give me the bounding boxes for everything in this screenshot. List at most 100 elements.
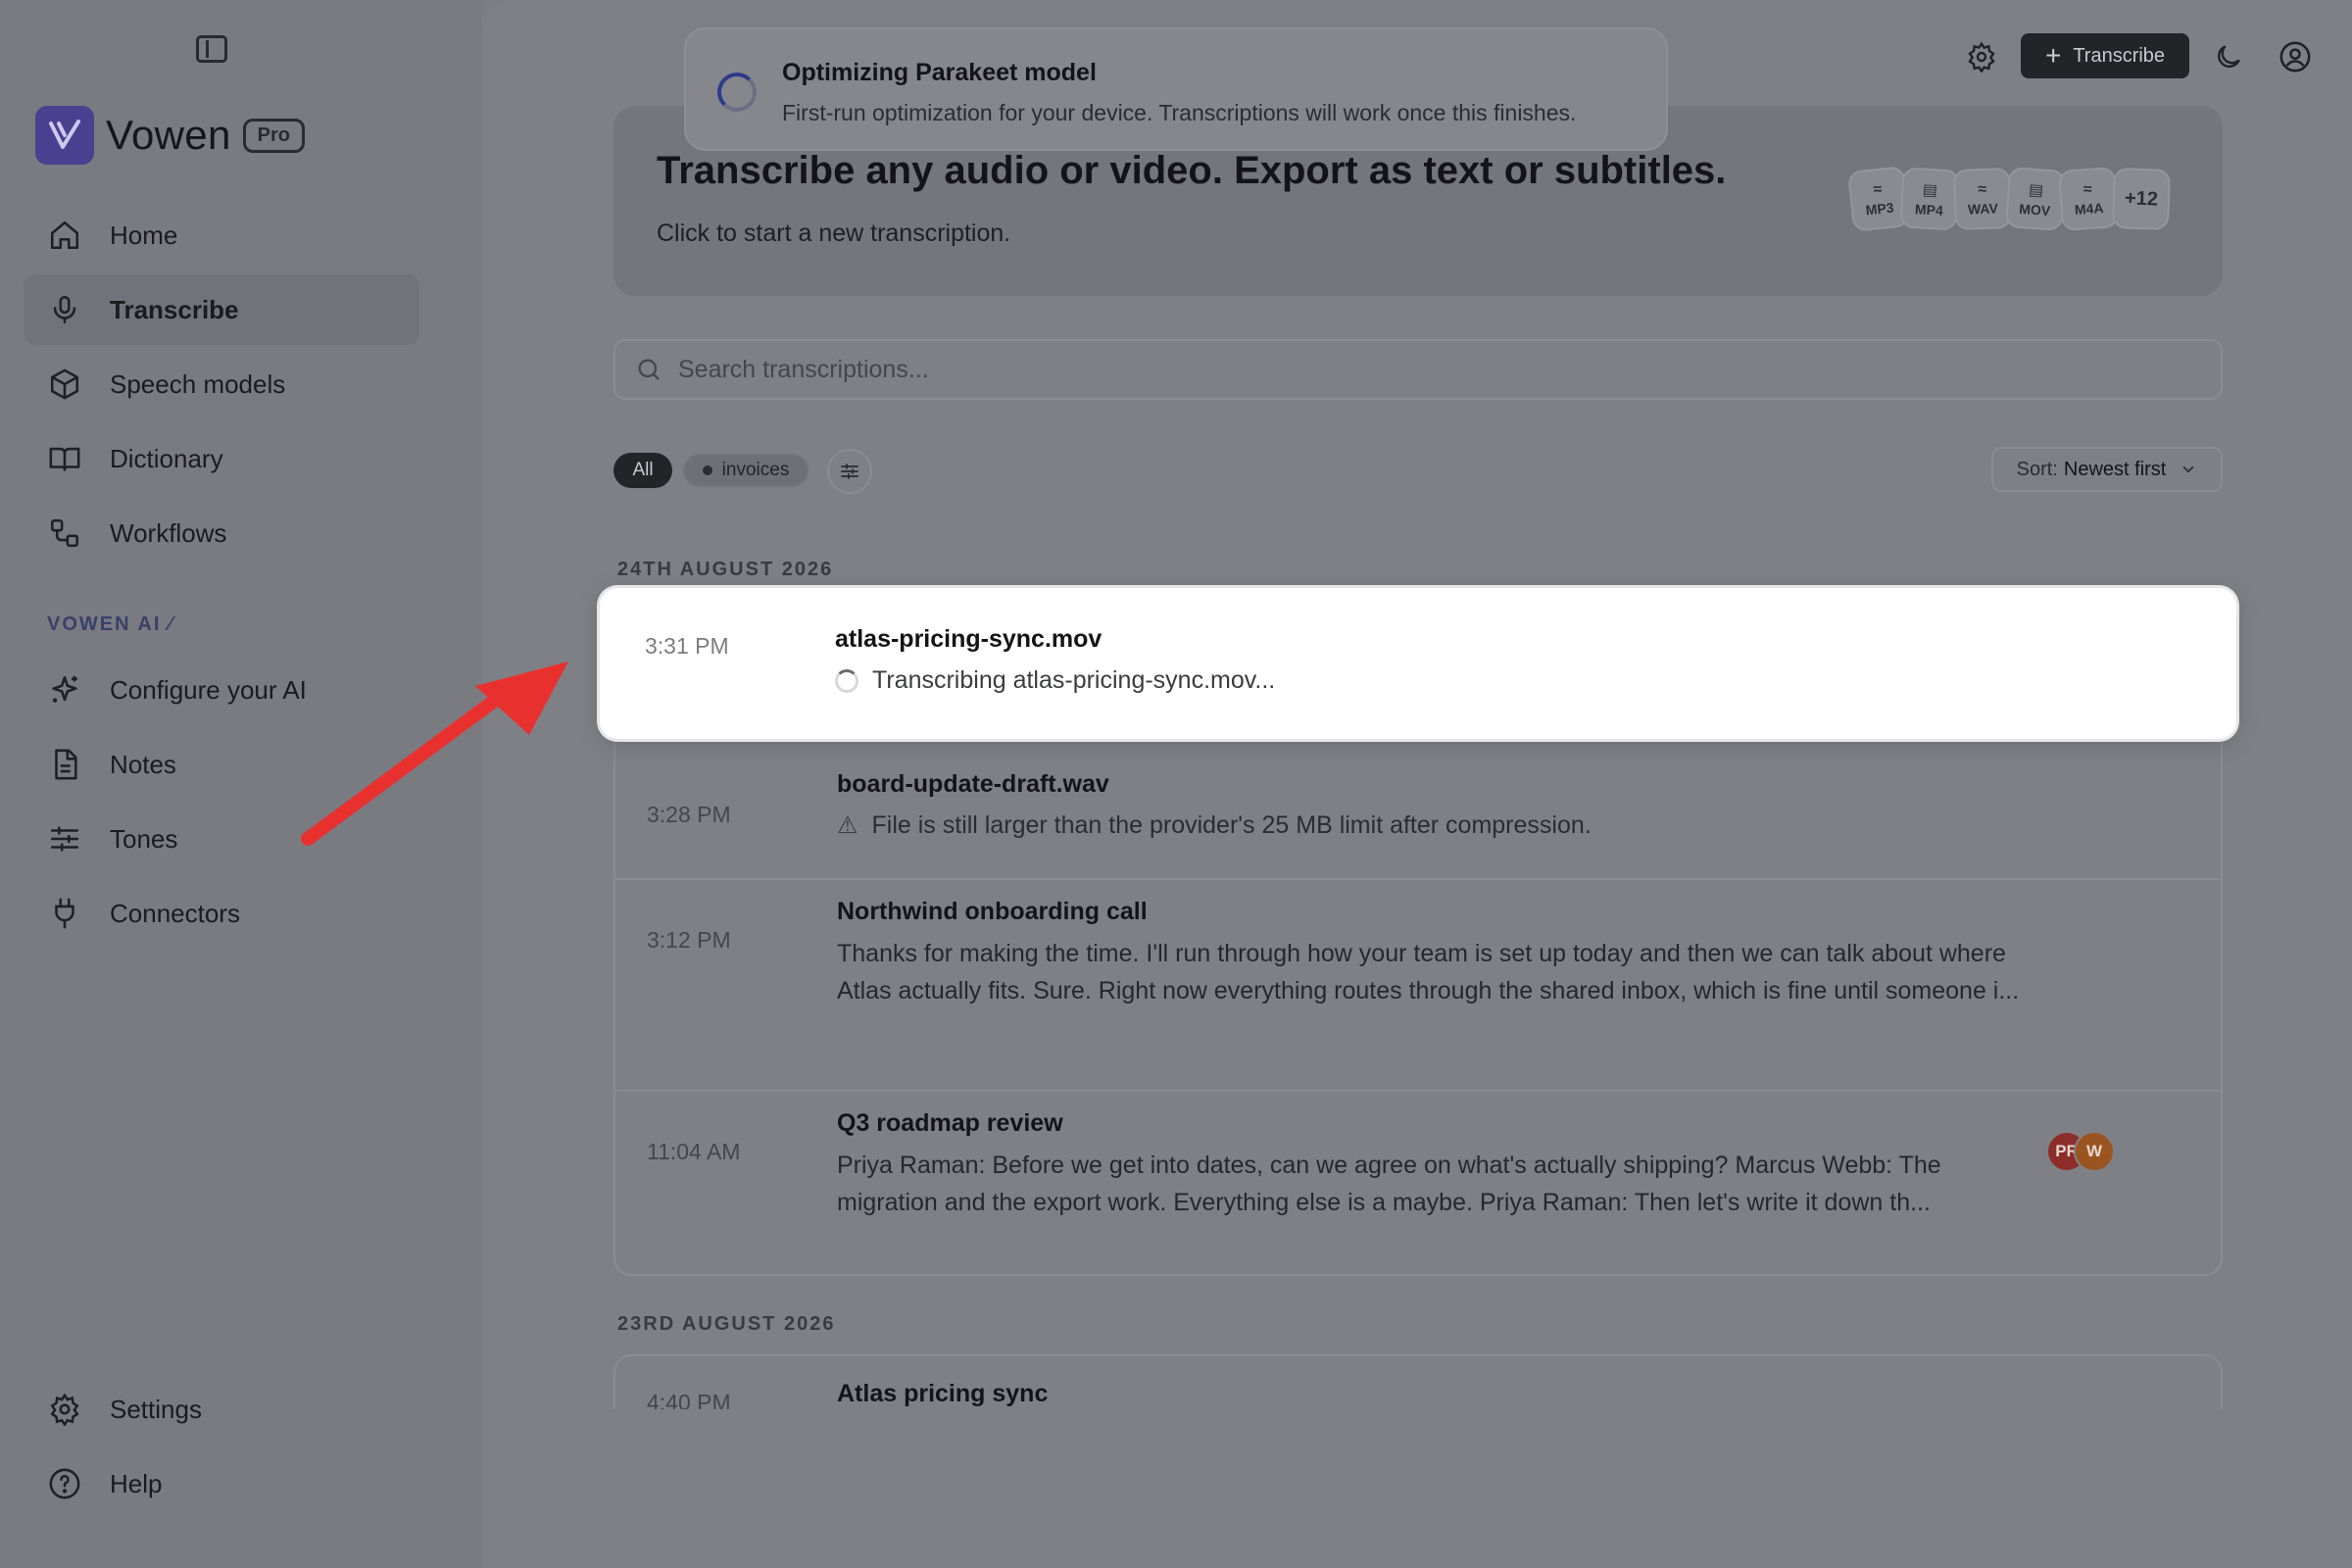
plan-badge: Pro (242, 118, 305, 153)
row-title: atlas-pricing-sync.mov (835, 625, 1102, 653)
sidebar-item-label: Home (110, 220, 178, 250)
app-name: Vowen (106, 112, 231, 158)
film-icon: ▤ (2028, 181, 2044, 200)
format-badge-wav: ≈ WAV (1952, 168, 2013, 230)
app-logo[interactable]: Vowen Pro (35, 106, 305, 165)
help-icon (47, 1466, 82, 1501)
sidebar-item-home[interactable]: Home (24, 200, 419, 270)
row-card (613, 602, 2223, 725)
sidebar-item-label: Connectors (110, 898, 240, 928)
format-badge-m4a: ≈ M4A (2057, 167, 2120, 231)
date-heading: 23RD AUGUST 2026 (617, 1313, 836, 1335)
sidebar-item-dictionary[interactable]: Dictionary (24, 423, 419, 494)
main-nav: Home Transcribe Speech models Dictionary… (24, 200, 419, 572)
workflow-icon (47, 515, 82, 551)
sidebar-item-label: Dictionary (110, 443, 223, 473)
row-time: 4:40 PM (647, 1390, 731, 1409)
row-warning: ⚠ File is still larger than the provider'… (837, 811, 1592, 839)
sidebar-item-label: Configure your AI (110, 674, 307, 705)
film-icon: ▤ (1922, 181, 1938, 200)
hero-title: Transcribe any audio or video. Export as… (657, 149, 1727, 192)
sort-value: Newest first (2063, 458, 2167, 480)
row-time: 11:04 AM (647, 1139, 741, 1164)
transcribe-button-label: Transcribe (2073, 44, 2166, 67)
wand-icon: ⁄ (168, 613, 174, 635)
plug-icon (47, 896, 82, 931)
transcription-row[interactable]: 11:04 AM Q3 roadmap review Priya Raman: … (615, 1092, 2221, 1276)
sort-dropdown[interactable]: Sort: Newest first (1991, 447, 2223, 492)
vowen-logo-icon (35, 106, 94, 165)
audio-wave-icon: ≈ (1872, 180, 1884, 199)
row-title: Atlas pricing sync (837, 1380, 1049, 1407)
plus-icon: + (2044, 40, 2062, 71)
sidebar-item-label: Transcribe (110, 294, 239, 324)
sidebar-item-label: Speech models (110, 368, 286, 399)
gear-icon (47, 1392, 82, 1427)
audio-wave-icon: ≈ (1977, 180, 1987, 199)
user-circle-icon (2279, 41, 2311, 73)
toast-title: Optimizing Parakeet model (782, 59, 1097, 86)
section-label-vowen-ai: VOWEN AI ⁄ (47, 613, 174, 635)
format-badge-mov: ▤ MOV (2004, 167, 2067, 231)
warning-icon: ⚠ (837, 812, 858, 839)
microphone-icon (47, 292, 82, 327)
sidebar-item-label: Settings (110, 1394, 202, 1424)
transcription-row[interactable]: 3:12 PM Northwind onboarding call Thanks… (615, 880, 2221, 1092)
loading-spinner-icon (835, 668, 858, 693)
row-status: Transcribing atlas-pricing-sync.mov... (835, 666, 1275, 695)
transcription-row[interactable]: 3:28 PM board-update-draft.wav ⚠ File is … (615, 753, 2221, 880)
sparkles-icon (47, 672, 82, 708)
sidebar-item-settings[interactable]: Settings (24, 1374, 419, 1445)
filter-settings-button[interactable] (827, 449, 872, 494)
row-preview: Thanks for making the time. I'll run thr… (837, 940, 2020, 1004)
sidebar-item-label: Workflows (110, 517, 227, 548)
search-input[interactable] (678, 355, 2148, 384)
moon-icon (2218, 45, 2240, 68)
chevron-down-icon (2183, 466, 2194, 473)
hero-subtitle: Click to start a new transcription. (657, 220, 1011, 247)
book-icon (47, 441, 82, 476)
model-optimization-toast: Optimizing Parakeet model First-run opti… (684, 27, 1668, 151)
settings-gear-button[interactable] (1960, 35, 2003, 78)
new-transcription-button[interactable]: + Transcribe (2021, 33, 2189, 78)
sidebar-item-speech-models[interactable]: Speech models (24, 349, 419, 419)
transcription-row-in-progress[interactable]: 3:31 PM atlas-pricing-sync.mov Transcrib… (600, 588, 2236, 739)
sidebar-toggle-icon[interactable] (196, 35, 227, 63)
tag-dot-icon (702, 466, 712, 475)
gear-icon (1968, 41, 1995, 73)
row-time: 3:28 PM (647, 802, 731, 827)
filter-chip-all[interactable]: All (613, 453, 672, 488)
toast-message: First-run optimization for your device. … (782, 100, 1577, 125)
sidebar-item-label: Notes (110, 749, 176, 779)
annotation-arrow-icon (301, 662, 568, 846)
row-time: 3:31 PM (645, 633, 729, 659)
date-heading: 24TH AUGUST 2026 (617, 559, 834, 580)
sidebar-item-label: Help (110, 1468, 163, 1498)
row-title: board-update-draft.wav (837, 770, 1109, 798)
search-bar (613, 339, 2223, 400)
document-icon (47, 747, 82, 782)
avatar: W (2074, 1131, 2115, 1172)
transcription-list: 4:40 PM Atlas pricing sync (613, 1354, 2223, 1409)
participant-avatars: PR W (2046, 1131, 2115, 1172)
sidebar-item-help[interactable]: Help (24, 1448, 419, 1519)
filter-chip-invoices[interactable]: invoices (682, 453, 809, 488)
loading-spinner-icon (717, 73, 757, 112)
cube-icon (47, 367, 82, 402)
account-button[interactable] (2274, 35, 2317, 78)
format-badge-mp4: ▤ MP4 (1899, 167, 1960, 231)
sidebar-item-connectors[interactable]: Connectors (24, 878, 419, 949)
sidebar-item-workflows[interactable]: Workflows (24, 498, 419, 568)
row-time: 3:12 PM (647, 927, 731, 953)
home-icon (47, 218, 82, 253)
bottom-nav: Settings Help (24, 1374, 419, 1523)
sidebar-item-transcribe[interactable]: Transcribe (24, 274, 419, 345)
sliders-icon (841, 464, 858, 479)
audio-wave-icon: ≈ (2082, 180, 2093, 199)
row-title: Northwind onboarding call (837, 898, 1148, 925)
theme-toggle-button[interactable] (2207, 35, 2250, 78)
format-badge-more: +12 (2111, 168, 2172, 230)
row-title: Q3 roadmap review (837, 1109, 1063, 1137)
sidebar-item-label: Tones (110, 823, 178, 854)
search-icon (638, 359, 660, 380)
